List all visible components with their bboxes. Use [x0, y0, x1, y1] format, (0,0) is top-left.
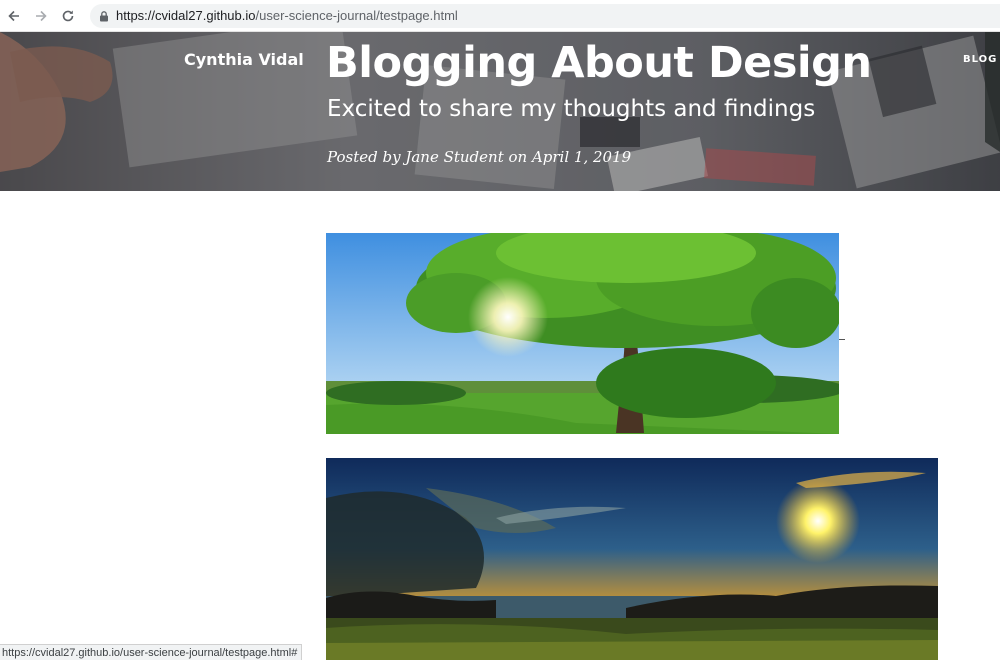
lock-icon: [100, 11, 108, 22]
page-title: Blogging About Design: [326, 38, 872, 88]
nav-link-blog[interactable]: BLOG: [963, 54, 997, 65]
site-brand-link[interactable]: Cynthia Vidal: [184, 50, 304, 69]
page-subtitle: Excited to share my thoughts and finding…: [327, 96, 816, 122]
arrow-right-icon: [36, 10, 47, 22]
address-bar[interactable]: https://cvidal27.github.io/user-science-…: [90, 4, 1000, 28]
arrow-left-icon: [8, 10, 19, 22]
page-header: Cynthia Vidal Blogging About Design Exci…: [0, 32, 1000, 191]
back-button[interactable]: [4, 6, 24, 26]
sunset-coast-photo: [326, 458, 938, 660]
tree-meadow-photo: [326, 233, 839, 434]
reload-icon: [62, 10, 74, 22]
reload-button[interactable]: [58, 6, 78, 26]
url-text: https://cvidal27.github.io/user-science-…: [116, 8, 458, 23]
browser-toolbar: https://cvidal27.github.io/user-science-…: [0, 0, 1000, 32]
status-bar-url: https://cvidal27.github.io/user-science-…: [0, 644, 303, 660]
post-meta: Posted by Jane Student on April 1, 2019: [327, 148, 632, 166]
forward-button[interactable]: [31, 6, 51, 26]
divider-mark: [839, 339, 845, 340]
